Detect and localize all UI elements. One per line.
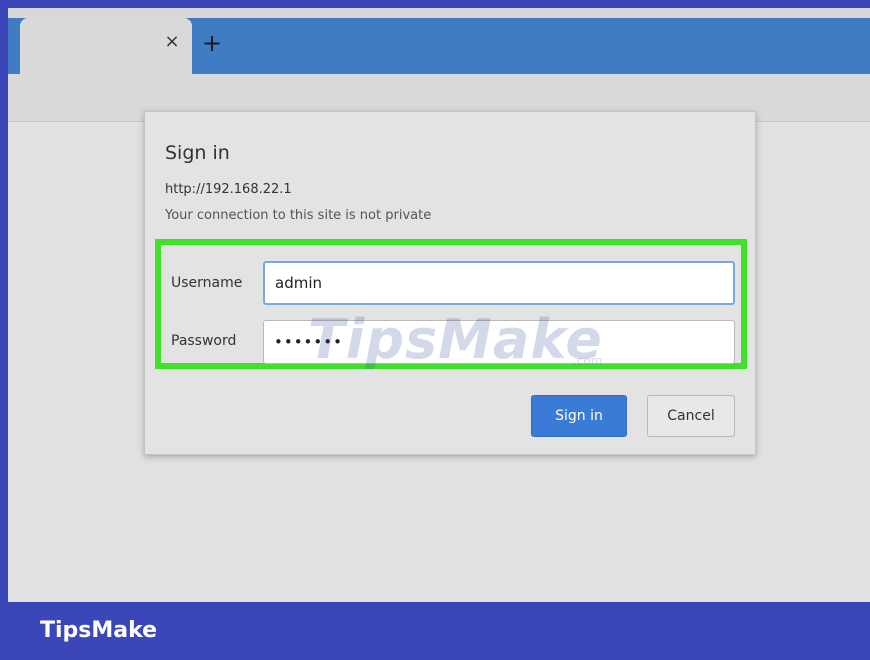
close-tab-icon[interactable]: × [160,30,184,54]
dialog-title: Sign in [165,142,230,164]
tab-strip: × + [8,18,870,74]
cancel-button[interactable]: Cancel [647,395,735,437]
browser-tab[interactable]: × [20,18,192,74]
username-input[interactable]: admin [263,261,735,305]
new-tab-icon[interactable]: + [198,30,226,58]
password-label: Password [171,333,237,349]
brand-logo: TipsMake [40,618,158,643]
dialog-url: http://192.168.22.1 [165,182,292,197]
browser-window: × + Sign in http://192.168.22.1 Your con… [8,8,870,602]
sign-in-button[interactable]: Sign in [531,395,627,437]
sign-in-dialog: Sign in http://192.168.22.1 Your connect… [144,111,756,455]
watermark-suffix: .com [573,354,603,368]
username-label: Username [171,275,243,291]
brand-bar: TipsMake [0,602,870,660]
watermark-logo: TipsMake [308,308,603,371]
dialog-warning: Your connection to this site is not priv… [165,208,432,223]
illustration-frame: × + Sign in http://192.168.22.1 Your con… [0,0,870,660]
